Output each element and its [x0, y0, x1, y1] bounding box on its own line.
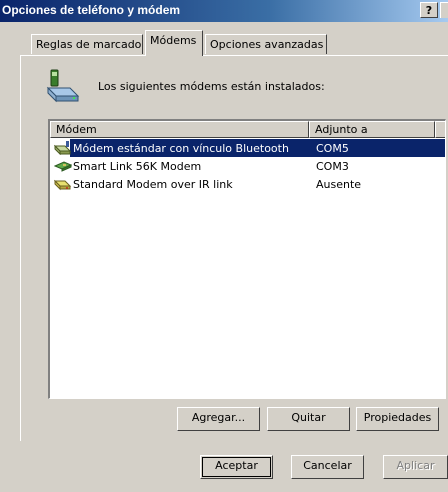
tab-label: Reglas de marcado [36, 38, 142, 51]
tab-strip: Reglas de marcado Módems Opciones avanza… [0, 22, 448, 56]
button-label: Aplicar [396, 459, 435, 472]
tab-label: Módems [150, 34, 197, 47]
ok-button[interactable]: Aceptar [200, 455, 273, 479]
column-label: Módem [56, 123, 97, 136]
button-label: Cancelar [303, 459, 352, 472]
close-button[interactable] [440, 2, 448, 18]
modem-port: Ausente [316, 178, 362, 191]
modems-panel: Los siguientes módems están instalados: … [20, 55, 448, 441]
window-title: Opciones de teléfono y módem [2, 3, 181, 17]
button-label: Propiedades [363, 411, 432, 424]
modem-port: COM3 [316, 160, 349, 173]
modem-name: Smart Link 56K Modem [73, 160, 202, 173]
modem-name: Módem estándar con vínculo Bluetooth [73, 142, 289, 155]
button-label: Quitar [291, 411, 326, 424]
list-item[interactable]: Smart Link 56K Modem COM3 [50, 157, 445, 175]
dialog-window: Opciones de teléfono y módem ? Reglas de… [0, 0, 448, 492]
help-icon: ? [425, 4, 433, 17]
tab-advanced-options[interactable]: Opciones avanzadas [205, 34, 327, 54]
column-header-filler [435, 121, 445, 138]
cancel-button[interactable]: Cancelar [291, 455, 364, 479]
modem-name: Standard Modem over IR link [73, 178, 233, 191]
installed-modems-label: Los siguientes módems están instalados: [98, 80, 325, 93]
modem-card-icon [53, 159, 73, 173]
apply-button[interactable]: Aplicar [383, 455, 448, 479]
bluetooth-modem-icon [53, 141, 72, 156]
list-header: Módem Adjunto a [50, 121, 445, 138]
list-item[interactable]: Standard Modem over IR link Ausente [50, 175, 445, 193]
modem-port: COM5 [316, 142, 349, 155]
column-header-modem[interactable]: Módem [50, 121, 309, 138]
tab-label: Opciones avanzadas [210, 38, 324, 51]
list-item[interactable]: Módem estándar con vínculo Bluetooth COM… [50, 139, 445, 157]
remove-button[interactable]: Quitar [267, 407, 350, 431]
column-label: Adjunto a [315, 123, 368, 136]
phone-modem-icon [46, 68, 82, 108]
add-button[interactable]: Agregar... [177, 407, 260, 431]
properties-button[interactable]: Propiedades [356, 407, 439, 431]
button-label: Aceptar [215, 459, 258, 472]
tab-dialing-rules[interactable]: Reglas de marcado [31, 34, 143, 54]
button-label: Agregar... [191, 411, 246, 424]
modem-list[interactable]: Módem Adjunto a Módem estándar con víncu… [48, 119, 446, 399]
ir-modem-icon [53, 177, 72, 191]
help-button[interactable]: ? [420, 2, 438, 18]
column-header-port[interactable]: Adjunto a [309, 121, 435, 138]
title-bar[interactable]: Opciones de teléfono y módem ? [0, 0, 448, 22]
tab-modems[interactable]: Módems [145, 30, 203, 56]
